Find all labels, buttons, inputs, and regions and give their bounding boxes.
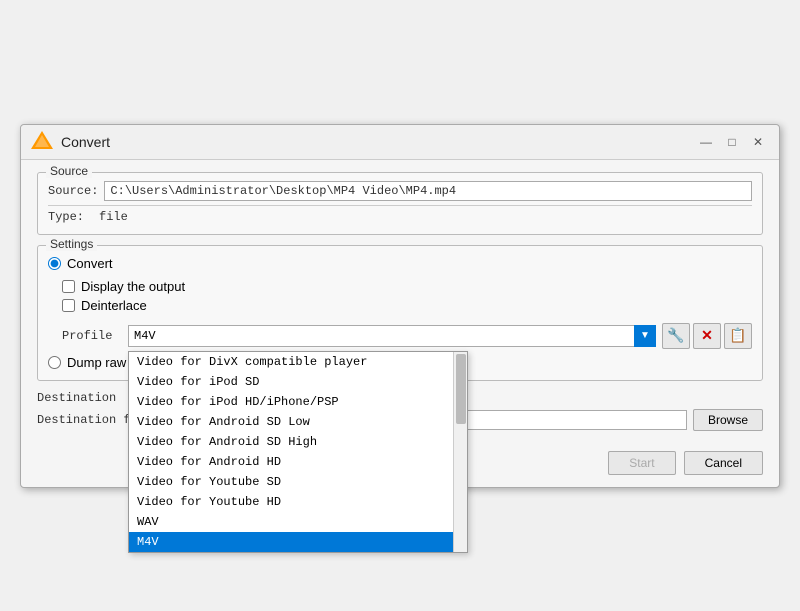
display-output-label: Display the output bbox=[81, 279, 185, 294]
source-input[interactable] bbox=[104, 181, 752, 201]
profile-dropdown-container: M4V ▼ Video for DivX compatible player V… bbox=[128, 325, 656, 347]
content-area: Source Source: Type: file Settings Conve… bbox=[21, 160, 779, 443]
deinterlace-checkbox[interactable] bbox=[62, 299, 75, 312]
dropdown-item-youtube-hd[interactable]: Video for Youtube HD bbox=[129, 492, 467, 512]
source-group: Source Source: Type: file bbox=[37, 172, 763, 235]
source-file-row: Source: bbox=[48, 181, 752, 201]
title-bar: Convert — □ ✕ bbox=[21, 125, 779, 160]
dump-raw-radio[interactable] bbox=[48, 356, 61, 369]
profile-label: Profile bbox=[62, 329, 122, 343]
profile-selected-value: M4V bbox=[134, 329, 156, 343]
list-button[interactable]: 📋 bbox=[724, 323, 752, 349]
deinterlace-label: Deinterlace bbox=[81, 298, 147, 313]
dropdown-scrollbar[interactable] bbox=[453, 352, 467, 552]
scrollbar-thumb bbox=[456, 354, 466, 424]
window-title: Convert bbox=[61, 134, 110, 150]
type-label: Type: bbox=[48, 210, 93, 224]
close-button[interactable]: ✕ bbox=[747, 131, 769, 153]
dropdown-item-wav[interactable]: WAV bbox=[129, 512, 467, 532]
type-row: Type: file bbox=[48, 210, 752, 224]
delete-profile-button[interactable]: ✕ bbox=[693, 323, 721, 349]
convert-radio[interactable] bbox=[48, 257, 61, 270]
source-label: Source: bbox=[48, 184, 98, 198]
title-left: Convert bbox=[31, 131, 110, 153]
deinterlace-row: Deinterlace bbox=[62, 298, 752, 313]
window-controls: — □ ✕ bbox=[695, 131, 769, 153]
start-button[interactable]: Start bbox=[608, 451, 675, 475]
browse-button[interactable]: Browse bbox=[693, 409, 763, 431]
main-window: Convert — □ ✕ Source Source: Type: file … bbox=[20, 124, 780, 488]
profile-actions: 🔧 ✕ 📋 bbox=[662, 323, 752, 349]
profile-dropdown-list: Video for DivX compatible player Video f… bbox=[128, 351, 468, 553]
source-section-label: Source bbox=[46, 164, 92, 178]
convert-label: Convert bbox=[67, 256, 113, 271]
dropdown-item-m4v[interactable]: M4V bbox=[129, 532, 467, 552]
dropdown-item-android-hd[interactable]: Video for Android HD bbox=[129, 452, 467, 472]
dropdown-item-youtube-sd[interactable]: Video for Youtube SD bbox=[129, 472, 467, 492]
dropdown-item-android-sd-high[interactable]: Video for Android SD High bbox=[129, 432, 467, 452]
minimize-button[interactable]: — bbox=[695, 131, 717, 153]
settings-section-label: Settings bbox=[46, 237, 97, 251]
display-output-row: Display the output bbox=[62, 279, 752, 294]
type-value: file bbox=[99, 210, 128, 224]
dropdown-item-ipod-hd[interactable]: Video for iPod HD/iPhone/PSP bbox=[129, 392, 467, 412]
profile-dropdown-button[interactable]: M4V bbox=[128, 325, 656, 347]
maximize-button[interactable]: □ bbox=[721, 131, 743, 153]
convert-radio-row: Convert bbox=[48, 256, 752, 271]
dropdown-item-divx[interactable]: Video for DivX compatible player bbox=[129, 352, 467, 372]
dropdown-item-ipod-sd[interactable]: Video for iPod SD bbox=[129, 372, 467, 392]
settings-group: Settings Convert Display the output Dein… bbox=[37, 245, 763, 381]
cancel-button[interactable]: Cancel bbox=[684, 451, 763, 475]
dropdown-item-android-sd-low[interactable]: Video for Android SD Low bbox=[129, 412, 467, 432]
profile-row: Profile M4V ▼ Video for DivX compatible … bbox=[62, 323, 752, 349]
wrench-button[interactable]: 🔧 bbox=[662, 323, 690, 349]
vlc-logo-icon bbox=[31, 131, 53, 153]
display-output-checkbox[interactable] bbox=[62, 280, 75, 293]
